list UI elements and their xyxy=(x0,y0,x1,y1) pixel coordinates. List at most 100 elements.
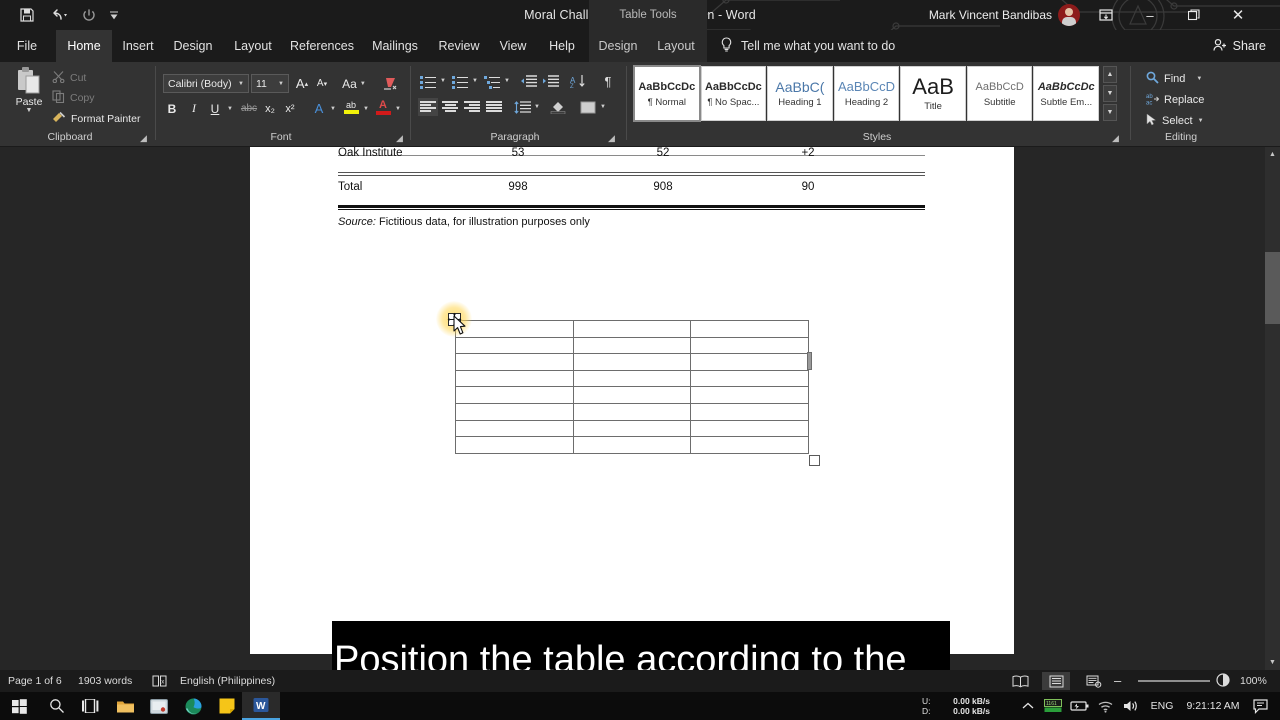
table-row[interactable] xyxy=(456,420,809,437)
table-row[interactable] xyxy=(456,337,809,354)
print-layout-icon[interactable] xyxy=(1042,672,1070,690)
tab-review[interactable]: Review xyxy=(432,30,486,62)
table-cell[interactable] xyxy=(456,354,574,371)
row-resize-handle-icon[interactable] xyxy=(807,352,812,370)
style-subtitle[interactable]: AaBbCcD Subtitle xyxy=(967,66,1033,121)
style-heading-1[interactable]: AaBbC( Heading 1 xyxy=(767,66,833,121)
clock[interactable]: 9:21:12 AM xyxy=(1182,692,1244,720)
table-cell[interactable] xyxy=(691,420,809,437)
clear-formatting-icon[interactable] xyxy=(380,74,400,93)
tab-help[interactable]: Help xyxy=(540,30,584,62)
text-effects-button[interactable]: A xyxy=(310,99,328,118)
strikethrough-button[interactable]: abc xyxy=(238,99,260,118)
document-page[interactable]: Oak Institute 53 52 +2 Total 998 908 90 … xyxy=(250,147,1014,654)
highlight-color-button[interactable]: ab xyxy=(341,96,361,118)
font-color-dropdown-arrow-icon[interactable]: ▼ xyxy=(393,99,403,118)
highlight-dropdown-arrow-icon[interactable]: ▼ xyxy=(361,99,371,118)
account-area[interactable]: Mark Vincent Bandibas xyxy=(929,0,1080,30)
style-normal[interactable]: AaBbCcDc ¶ Normal xyxy=(634,66,700,121)
restore-button[interactable] xyxy=(1172,0,1216,30)
tab-references[interactable]: References xyxy=(286,30,358,62)
superscript-button[interactable]: x² xyxy=(280,99,300,118)
styles-scroll-up-icon[interactable]: ▲ xyxy=(1103,66,1117,83)
underline-button[interactable]: U xyxy=(206,99,224,118)
font-size-combobox[interactable]: 11 ▼ xyxy=(251,74,289,93)
folder-icon[interactable] xyxy=(106,692,144,720)
tab-view[interactable]: View xyxy=(492,30,534,62)
styles-more-icon[interactable]: ▼ xyxy=(1103,104,1117,121)
tell-me-search[interactable]: Tell me what you want to do xyxy=(720,30,895,62)
grow-font-button[interactable]: A▴ xyxy=(293,74,311,93)
table-cell[interactable] xyxy=(456,403,574,420)
language-indicator[interactable]: ENG xyxy=(1146,692,1178,720)
scrollbar-thumb[interactable] xyxy=(1265,252,1280,324)
table-row[interactable] xyxy=(456,403,809,420)
text-effects-dropdown-arrow-icon[interactable]: ▼ xyxy=(328,99,338,118)
font-name-combobox[interactable]: Calibri (Body) ▼ xyxy=(163,74,249,93)
table-cell[interactable] xyxy=(691,387,809,404)
style-no-spacing[interactable]: AaBbCcDc ¶ No Spac... xyxy=(701,66,767,121)
table-cell[interactable] xyxy=(573,321,691,338)
photos-icon[interactable] xyxy=(140,692,178,720)
styles-dialog-launcher-icon[interactable]: ◢ xyxy=(1112,133,1122,143)
align-left-icon[interactable] xyxy=(418,98,438,116)
document-canvas[interactable]: Oak Institute 53 52 +2 Total 998 908 90 … xyxy=(0,147,1265,670)
table-cell[interactable] xyxy=(573,337,691,354)
underline-dropdown-arrow-icon[interactable]: ▼ xyxy=(225,99,235,118)
format-painter-button[interactable]: Format Painter xyxy=(52,109,140,128)
scroll-down-icon[interactable]: ▼ xyxy=(1265,655,1280,670)
numbering-dropdown-arrow-icon[interactable]: ▼ xyxy=(470,72,480,90)
paragraph-dialog-launcher-icon[interactable]: ◢ xyxy=(608,133,618,143)
table-row[interactable] xyxy=(456,321,809,338)
search-icon[interactable] xyxy=(38,692,76,720)
tab-insert[interactable]: Insert xyxy=(116,30,160,62)
language-indicator[interactable]: English (Philippines) xyxy=(180,670,275,692)
task-view-icon[interactable] xyxy=(72,692,110,720)
tab-home[interactable]: Home xyxy=(56,30,112,62)
borders-dropdown-arrow-icon[interactable]: ▼ xyxy=(598,98,608,116)
style-title[interactable]: AaB Title xyxy=(900,66,966,121)
ribbon-display-options-icon[interactable] xyxy=(1084,0,1128,30)
empty-table[interactable] xyxy=(455,320,809,454)
styles-scroll-down-icon[interactable]: ▼ xyxy=(1103,85,1117,102)
word-icon[interactable]: W xyxy=(242,692,280,720)
style-heading-2[interactable]: AaBbCcD Heading 2 xyxy=(834,66,900,121)
find-button[interactable]: Find ▼ xyxy=(1146,68,1202,89)
bullets-dropdown-arrow-icon[interactable]: ▼ xyxy=(438,72,448,90)
battery-icon[interactable] xyxy=(1068,692,1090,720)
table-row[interactable] xyxy=(456,437,809,454)
chevron-down-icon[interactable]: ▼ xyxy=(1196,76,1202,82)
share-button[interactable]: Share xyxy=(1213,30,1266,62)
replace-button[interactable]: abac Replace xyxy=(1146,89,1204,110)
italic-button[interactable]: I xyxy=(185,99,203,118)
action-center-icon[interactable] xyxy=(1248,692,1274,720)
table-cell[interactable] xyxy=(573,437,691,454)
minimize-button[interactable]: – xyxy=(1128,0,1172,30)
chevron-down-icon[interactable]: ▼ xyxy=(360,81,366,87)
table-cell[interactable] xyxy=(691,354,809,371)
table-cell[interactable] xyxy=(456,437,574,454)
sticky-notes-icon[interactable] xyxy=(208,692,246,720)
read-mode-icon[interactable] xyxy=(1006,672,1034,690)
table-cell[interactable] xyxy=(573,387,691,404)
zoom-slider[interactable] xyxy=(1138,680,1210,682)
word-count[interactable]: 1903 words xyxy=(78,670,132,692)
scroll-up-icon[interactable]: ▲ xyxy=(1265,147,1280,162)
table-cell[interactable] xyxy=(456,337,574,354)
table-cell[interactable] xyxy=(691,437,809,454)
align-right-icon[interactable] xyxy=(462,98,482,116)
styles-gallery-scroll[interactable]: ▲ ▼ ▼ xyxy=(1103,66,1117,121)
cut-button[interactable]: Cut xyxy=(52,68,86,87)
tab-table-design[interactable]: Design xyxy=(592,30,644,62)
table-row[interactable] xyxy=(456,370,809,387)
tab-table-layout[interactable]: Layout xyxy=(650,30,702,62)
page-indicator[interactable]: Page 1 of 6 xyxy=(8,670,62,692)
zoom-out-button[interactable]: – xyxy=(1114,670,1121,692)
shrink-font-button[interactable]: A▾ xyxy=(313,74,331,93)
styles-gallery[interactable]: AaBbCcDc ¶ Normal AaBbCcDc ¶ No Spac... … xyxy=(634,66,1100,121)
table-cell[interactable] xyxy=(691,403,809,420)
chevron-down-icon[interactable]: ▼ xyxy=(278,81,284,87)
chevron-down-icon[interactable]: ▼ xyxy=(1198,118,1204,124)
windows-logo-icon[interactable] xyxy=(0,692,38,720)
speaker-icon[interactable] xyxy=(1120,692,1142,720)
